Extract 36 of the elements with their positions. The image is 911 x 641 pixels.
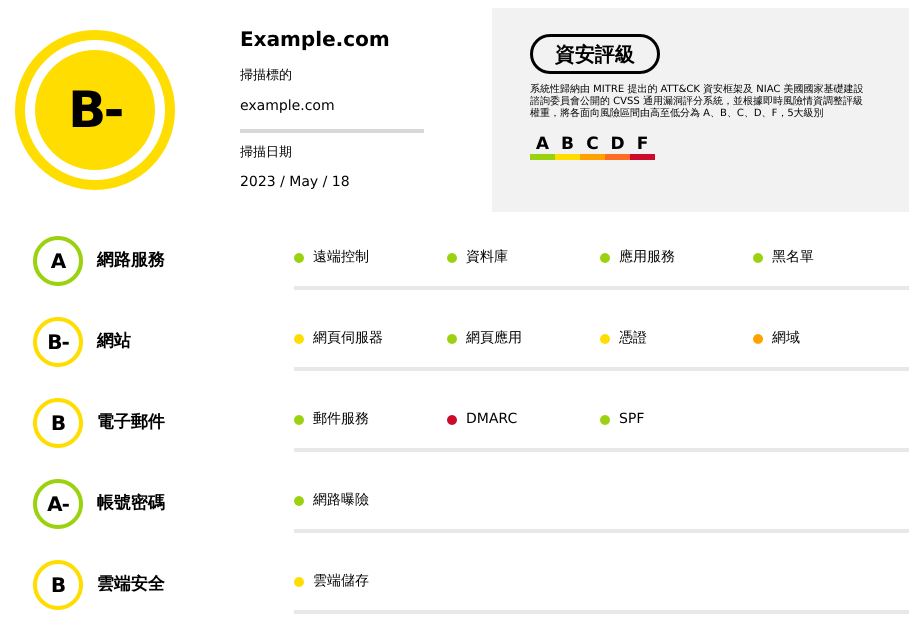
- check-item-label: 網路曝險: [313, 491, 369, 510]
- grade-label: D: [610, 134, 625, 154]
- check-item-label: 郵件服務: [313, 410, 369, 429]
- grade-badge: A: [33, 236, 83, 286]
- check-item-label: 應用服務: [619, 248, 675, 267]
- check-item-label: 雲端儲存: [313, 572, 369, 591]
- check-item-label: 憑證: [619, 329, 647, 348]
- category-name: 雲端安全: [97, 573, 165, 596]
- category-name: 網站: [97, 330, 131, 354]
- check-item-label: 遠端控制: [313, 248, 369, 267]
- target-label: 掃描標的: [240, 67, 292, 85]
- check-item-label: 網頁應用: [466, 329, 522, 348]
- target-value: example.com: [240, 96, 335, 116]
- date-value: 2023 / May / 18: [240, 173, 350, 192]
- grade-badge: B: [33, 398, 83, 448]
- grade-label: C: [586, 134, 599, 154]
- grade-label: F: [636, 134, 648, 154]
- grade-label: B: [561, 134, 574, 154]
- category-name: 電子郵件: [97, 411, 165, 434]
- date-label: 掃描日期: [240, 144, 292, 162]
- check-item-label: DMARC: [466, 410, 518, 429]
- overall-grade: B-: [35, 50, 155, 170]
- category-name: 網路服務: [97, 249, 165, 272]
- check-item-label: 網頁伺服器: [313, 329, 383, 348]
- category-name: 帳號密碼: [97, 492, 165, 516]
- rating-title: 資安評級: [530, 34, 660, 74]
- grade-label: A: [536, 134, 550, 154]
- check-item-label: 網域: [772, 329, 800, 348]
- check-item-label: SPF: [619, 410, 644, 429]
- check-item-label: 資料庫: [466, 248, 508, 267]
- site-title: Example.com: [240, 26, 390, 53]
- grade-badge: B-: [33, 317, 83, 367]
- grade-badge: A-: [33, 479, 83, 529]
- check-item-label: 黑名單: [772, 248, 814, 267]
- rating-description: 系統性歸納由 MITRE 提出的 ATT&CK 資安框架及 NIAC 美國國家基礎建設諮詢委員會公開的 CVSS 通用漏洞評分系統，並根據即時風險情資調整評級權重，將各面向風險區間由高至低分為 A、B、C、D、F，5大級別: [530, 84, 865, 120]
- grade-badge: B: [33, 560, 83, 610]
